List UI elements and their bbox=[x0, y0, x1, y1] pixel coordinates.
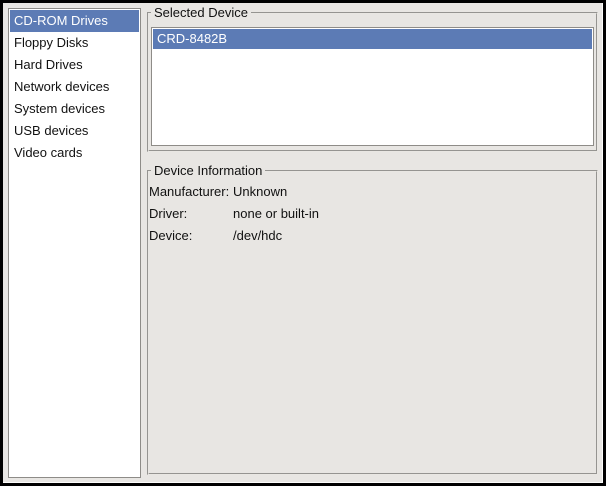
sidebar-item-usb-devices[interactable]: USB devices bbox=[10, 120, 139, 142]
selected-device-frame-title: Selected Device bbox=[151, 5, 251, 20]
selected-device-list[interactable]: CRD-8482B bbox=[151, 27, 594, 146]
info-row-manufacturer: Manufacturer: Unknown bbox=[149, 181, 592, 203]
sidebar-item-system-devices[interactable]: System devices bbox=[10, 98, 139, 120]
hardware-browser-window: CD-ROM Drives Floppy Disks Hard Drives N… bbox=[0, 0, 606, 486]
manufacturer-label: Manufacturer: bbox=[149, 181, 233, 203]
sidebar-item-network-devices[interactable]: Network devices bbox=[10, 76, 139, 98]
sidebar-item-hard-drives[interactable]: Hard Drives bbox=[10, 54, 139, 76]
device-category-list[interactable]: CD-ROM Drives Floppy Disks Hard Drives N… bbox=[8, 8, 141, 478]
device-information-frame-title: Device Information bbox=[151, 163, 265, 178]
info-row-driver: Driver: none or built-in bbox=[149, 203, 592, 225]
sidebar-item-cd-rom-drives[interactable]: CD-ROM Drives bbox=[10, 10, 139, 32]
driver-label: Driver: bbox=[149, 203, 233, 225]
device-value: /dev/hdc bbox=[233, 225, 282, 247]
info-row-device: Device: /dev/hdc bbox=[149, 225, 592, 247]
driver-value: none or built-in bbox=[233, 203, 319, 225]
sidebar-item-video-cards[interactable]: Video cards bbox=[10, 142, 139, 164]
device-label: Device: bbox=[149, 225, 233, 247]
device-information-frame: Device Information Manufacturer: Unknown… bbox=[147, 170, 598, 475]
manufacturer-value: Unknown bbox=[233, 181, 287, 203]
sidebar-item-floppy-disks[interactable]: Floppy Disks bbox=[10, 32, 139, 54]
device-list-item-crd-8482b[interactable]: CRD-8482B bbox=[153, 29, 592, 49]
